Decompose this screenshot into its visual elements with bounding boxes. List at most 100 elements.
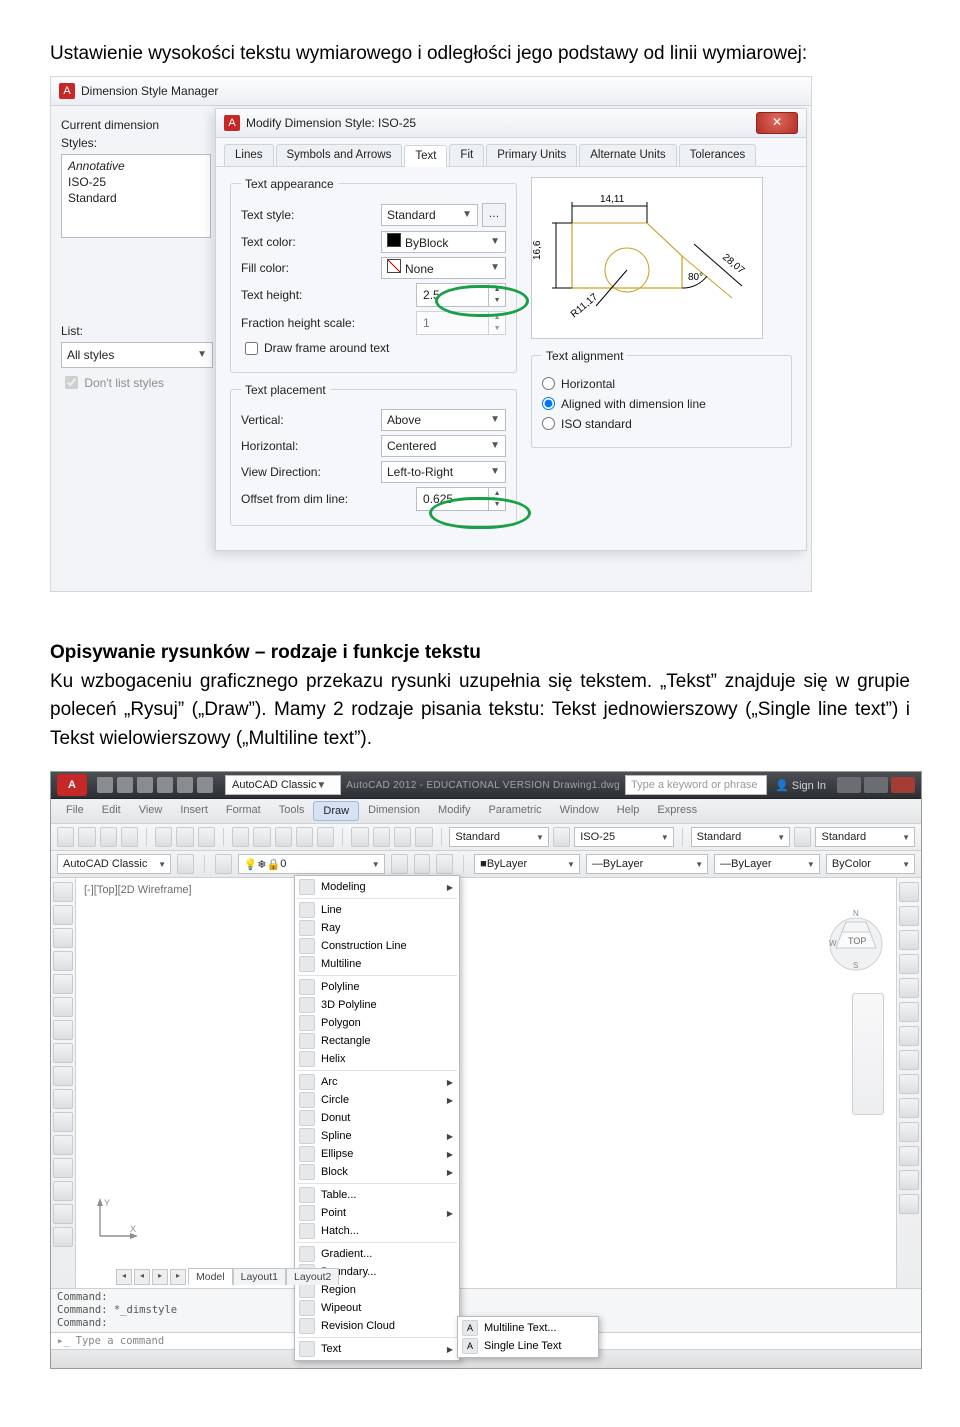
toolbar-button[interactable] [373, 827, 390, 847]
toolbar-button[interactable] [53, 1135, 73, 1155]
fill-color-combo[interactable]: None ▼ [381, 257, 506, 279]
toolbar-button[interactable] [53, 905, 73, 925]
chevron-down-icon[interactable]: ▼ [489, 295, 505, 306]
lineweight-combo[interactable]: — ByLayer▼ [714, 854, 820, 874]
signin-button[interactable]: 👤 Sign In [775, 779, 826, 792]
toolbar-button[interactable] [899, 1170, 919, 1190]
toolbar-button[interactable] [794, 827, 811, 847]
text-style-combo[interactable]: Standard ▼ [381, 204, 478, 226]
menu-item-polyline[interactable]: Polyline [295, 978, 459, 996]
menu-view[interactable]: View [130, 801, 172, 821]
toolbar-button[interactable] [899, 882, 919, 902]
text-style-browse-button[interactable]: … [482, 203, 506, 227]
toolbar-button[interactable] [53, 1112, 73, 1132]
layout1-tab[interactable]: Layout1 [233, 1268, 286, 1285]
list-filter-combo[interactable]: All styles ▼ [61, 342, 213, 368]
model-tab[interactable]: Model [188, 1268, 233, 1285]
toolbar-button[interactable] [53, 882, 73, 902]
textstyle-combo[interactable]: Standard▼ [449, 827, 549, 847]
toolbar-button[interactable] [53, 1204, 73, 1224]
toolbar-button[interactable] [215, 854, 232, 874]
tab-alternate-units[interactable]: Alternate Units [579, 144, 676, 166]
menu-item-gradient-[interactable]: Gradient... [295, 1245, 459, 1263]
toolbar-button[interactable] [53, 1089, 73, 1109]
layer-combo[interactable]: 💡❄🔒 0▼ [238, 854, 385, 874]
toolbar-button[interactable] [899, 1050, 919, 1070]
toolbar-button[interactable] [414, 854, 431, 874]
toolbar-button[interactable] [436, 854, 453, 874]
toolbar-button[interactable] [121, 827, 138, 847]
menu-tools[interactable]: Tools [270, 801, 314, 821]
chevron-up-icon[interactable]: ▲ [489, 488, 505, 499]
app-menu-icon[interactable]: A [57, 774, 87, 796]
tab-nav-button[interactable]: ▸ [170, 1269, 186, 1285]
menu-item-multiline-text-[interactable]: AMultiline Text... [458, 1319, 598, 1337]
qat-icon[interactable] [137, 777, 153, 793]
viewdir-combo[interactable]: Left-to-Right ▼ [381, 461, 506, 483]
menu-express[interactable]: Express [648, 801, 706, 821]
menu-item-hatch-[interactable]: Hatch... [295, 1222, 459, 1240]
menu-item-polygon[interactable]: Polygon [295, 1014, 459, 1032]
menu-format[interactable]: Format [217, 801, 270, 821]
menu-parametric[interactable]: Parametric [479, 801, 550, 821]
close-button[interactable] [891, 777, 915, 793]
toolbar-button[interactable] [53, 928, 73, 948]
toolbar-button[interactable] [253, 827, 270, 847]
toolbar-button[interactable] [100, 827, 117, 847]
toolbar-button[interactable] [53, 997, 73, 1017]
tab-tolerances[interactable]: Tolerances [679, 144, 757, 166]
alignment-iso[interactable]: ISO standard [542, 417, 781, 431]
tab-primary-units[interactable]: Primary Units [486, 144, 577, 166]
toolbar-button[interactable] [53, 1066, 73, 1086]
toolbar-button[interactable] [78, 827, 95, 847]
toolbar-button[interactable] [198, 827, 215, 847]
offset-spinner[interactable]: 0.625 ▲▼ [416, 487, 506, 511]
menu-item-wipeout[interactable]: Wipeout [295, 1299, 459, 1317]
menu-item-revision-cloud[interactable]: Revision Cloud [295, 1317, 459, 1335]
qat-icon[interactable] [177, 777, 193, 793]
toolbar-button[interactable] [317, 827, 334, 847]
layout2-tab[interactable]: Layout2 [286, 1268, 339, 1285]
menu-help[interactable]: Help [608, 801, 649, 821]
menu-item-multiline[interactable]: Multiline [295, 955, 459, 973]
help-search-input[interactable]: Type a keyword or phrase [625, 775, 767, 795]
menu-item-rectangle[interactable]: Rectangle [295, 1032, 459, 1050]
view-label[interactable]: [-][Top][2D Wireframe] [84, 884, 192, 896]
toolbar-button[interactable] [899, 954, 919, 974]
menu-edit[interactable]: Edit [93, 801, 130, 821]
chevron-down-icon[interactable]: ▼ [489, 499, 505, 510]
toolbar-button[interactable] [391, 854, 408, 874]
toolbar-button[interactable] [899, 1098, 919, 1118]
tab-fit[interactable]: Fit [449, 144, 484, 166]
toolbar-button[interactable] [899, 1146, 919, 1166]
toolbar-button[interactable] [899, 1026, 919, 1046]
toolbar-button[interactable] [899, 930, 919, 950]
tab-text[interactable]: Text [404, 145, 447, 167]
toolbar-button[interactable] [296, 827, 313, 847]
menu-file[interactable]: File [57, 801, 93, 821]
tablestyle-combo[interactable]: Standard▼ [691, 827, 791, 847]
text-color-combo[interactable]: ByBlock ▼ [381, 231, 506, 253]
toolbar-button[interactable] [899, 1074, 919, 1094]
navigation-bar[interactable] [852, 993, 884, 1115]
menu-item-3d-polyline[interactable]: 3D Polyline [295, 996, 459, 1014]
toolbar-button[interactable] [899, 1194, 919, 1214]
menu-item-block[interactable]: Block▶ [295, 1163, 459, 1181]
text-height-spinner[interactable]: 2.5 ▲▼ [416, 283, 506, 307]
tab-nav-button[interactable]: ◂ [116, 1269, 132, 1285]
toolbar-button[interactable] [53, 1158, 73, 1178]
toolbar-button[interactable] [553, 827, 570, 847]
horizontal-combo[interactable]: Centered ▼ [381, 435, 506, 457]
chevron-down-icon[interactable]: ▼ [489, 323, 505, 334]
fraction-height-spinner[interactable]: 1 ▲▼ [416, 311, 506, 335]
toolbar-button[interactable] [53, 951, 73, 971]
qat-icon[interactable] [197, 777, 213, 793]
menu-draw[interactable]: Draw [313, 801, 359, 821]
menu-item-construction-line[interactable]: Construction Line [295, 937, 459, 955]
dimstyle-combo[interactable]: ISO-25▼ [574, 827, 674, 847]
style-item[interactable]: Annotative [66, 158, 206, 174]
toolbar-button[interactable] [415, 827, 432, 847]
tab-symbols-arrows[interactable]: Symbols and Arrows [276, 144, 403, 166]
workspace-combo-2[interactable]: AutoCAD Classic▼ [57, 854, 171, 874]
menu-item-line[interactable]: Line [295, 901, 459, 919]
